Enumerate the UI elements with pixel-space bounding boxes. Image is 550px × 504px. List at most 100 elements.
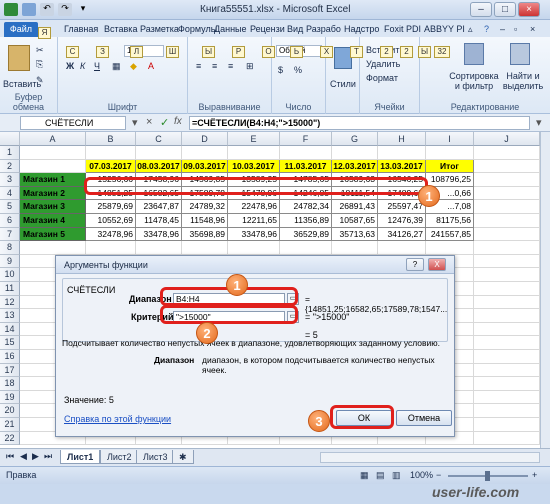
cell[interactable] xyxy=(474,322,540,337)
styles-button[interactable]: Стили xyxy=(330,79,356,89)
cell[interactable] xyxy=(20,241,86,255)
cell[interactable] xyxy=(474,159,540,174)
tab-view[interactable]: Вид xyxy=(287,22,303,36)
insert-function-icon[interactable]: fx xyxy=(174,116,182,127)
tab-page-layout[interactable]: Разметка xyxy=(140,22,179,36)
workbook-minimize-icon[interactable]: – xyxy=(500,22,505,36)
cell[interactable] xyxy=(474,418,540,432)
date-header-cell[interactable]: 07.03.2017 xyxy=(86,159,136,174)
cell[interactable] xyxy=(474,227,540,242)
cell[interactable] xyxy=(136,146,182,160)
cell[interactable] xyxy=(474,186,540,201)
zoom-level[interactable]: 100% xyxy=(410,470,433,480)
cell[interactable] xyxy=(228,146,280,160)
format-cells-button[interactable]: Формат xyxy=(366,73,398,83)
cancel-button[interactable]: Отмена xyxy=(396,410,452,426)
find-select-button[interactable]: Найти и выделить xyxy=(500,71,546,91)
date-header-cell[interactable]: 12.03.2017 xyxy=(332,159,378,174)
excel-logo-icon[interactable] xyxy=(4,3,18,16)
cell[interactable] xyxy=(86,146,136,160)
cell[interactable] xyxy=(474,146,540,160)
row-header[interactable]: 6 xyxy=(0,214,20,228)
column-header[interactable]: E xyxy=(228,132,280,146)
find-select-icon[interactable] xyxy=(510,43,530,65)
cell[interactable] xyxy=(474,336,540,350)
cell[interactable] xyxy=(474,254,540,269)
cell[interactable] xyxy=(182,241,228,255)
store-label-cell[interactable]: Магазин 4 xyxy=(20,214,86,228)
cell[interactable] xyxy=(136,241,182,255)
row-header[interactable]: 13 xyxy=(0,309,20,323)
date-header-cell[interactable]: 09.03.2017 xyxy=(182,159,228,174)
cell[interactable] xyxy=(474,431,540,446)
value-cell[interactable]: 25597,47 xyxy=(378,200,426,214)
tab-home[interactable]: Главная xyxy=(64,22,98,36)
store-label-cell[interactable]: Магазин 2 xyxy=(20,186,86,201)
delete-cells-button[interactable]: Удалить xyxy=(366,59,400,69)
value-cell[interactable]: 34126,27 xyxy=(378,227,426,242)
paste-icon[interactable] xyxy=(8,45,30,71)
value-cell[interactable]: 26891,43 xyxy=(332,200,378,214)
cell[interactable] xyxy=(474,309,540,323)
tab-foxit[interactable]: Foxit PDI xyxy=(384,22,421,36)
row-header[interactable]: 5 xyxy=(0,200,20,214)
value-cell[interactable]: 24789,32 xyxy=(182,200,228,214)
workbook-close-icon[interactable]: × xyxy=(530,22,535,36)
cell[interactable] xyxy=(280,241,332,255)
row-header[interactable]: 3 xyxy=(0,173,20,187)
help-icon[interactable]: ? xyxy=(484,22,489,36)
row-header[interactable]: 19 xyxy=(0,390,20,405)
value-cell[interactable]: 11478,45 xyxy=(136,214,182,228)
cell[interactable] xyxy=(182,146,228,160)
bold-button[interactable]: Ж xyxy=(66,61,74,71)
value-cell[interactable]: 11548,96 xyxy=(182,214,228,228)
column-header[interactable]: F xyxy=(280,132,332,146)
row-header[interactable]: 16 xyxy=(0,350,20,364)
value-cell[interactable]: 81175,56 xyxy=(426,214,474,228)
row-header[interactable]: 14 xyxy=(0,322,20,337)
next-sheet-icon[interactable]: ▶ xyxy=(32,451,39,462)
cancel-icon[interactable]: × xyxy=(146,116,152,128)
value-cell[interactable]: 12211,65 xyxy=(228,214,280,228)
value-cell[interactable]: 10587,65 xyxy=(332,214,378,228)
name-box[interactable]: СЧЁТЕСЛИ xyxy=(20,116,126,130)
row-header[interactable]: 4 xyxy=(0,186,20,201)
date-header-cell[interactable]: 10.03.2017 xyxy=(228,159,280,174)
value-cell[interactable]: 33478,96 xyxy=(136,227,182,242)
value-cell[interactable]: 24782,34 xyxy=(280,200,332,214)
value-cell[interactable]: 10552,69 xyxy=(86,214,136,228)
dialog-titlebar[interactable]: Аргументы функции ? X xyxy=(56,256,454,274)
zoom-slider-thumb[interactable] xyxy=(485,471,490,481)
date-header-cell[interactable]: 13.03.2017 xyxy=(378,159,426,174)
date-header-cell[interactable]: 11.03.2017 xyxy=(280,159,332,174)
value-cell[interactable]: 36529,89 xyxy=(280,227,332,242)
store-label-cell[interactable]: Магазин 1 xyxy=(20,173,86,187)
value-cell[interactable]: 33478,96 xyxy=(228,227,280,242)
vertical-scrollbar[interactable] xyxy=(540,132,550,448)
expand-formula-icon[interactable]: ▾ xyxy=(536,116,542,129)
align-center-icon[interactable]: ≡ xyxy=(212,61,217,71)
close-button[interactable]: × xyxy=(518,2,540,17)
underline-button[interactable]: Ч xyxy=(94,61,100,71)
zoom-in-icon[interactable]: + xyxy=(532,470,537,480)
store-label-cell[interactable]: Магазин 3 xyxy=(20,200,86,214)
row-header[interactable]: 21 xyxy=(0,418,20,432)
align-left-icon[interactable]: ≡ xyxy=(196,61,201,71)
tab-developer[interactable]: Разрабо xyxy=(306,22,341,36)
undo-icon[interactable]: ↶ xyxy=(40,3,54,16)
cell[interactable] xyxy=(228,241,280,255)
row-header[interactable]: 7 xyxy=(0,227,20,242)
row-header[interactable]: 12 xyxy=(0,295,20,310)
sort-filter-icon[interactable] xyxy=(464,43,484,65)
tab-review[interactable]: Рецензи xyxy=(250,22,285,36)
row-header[interactable]: 20 xyxy=(0,404,20,418)
first-sheet-icon[interactable]: ⏮ xyxy=(6,451,14,462)
merge-icon[interactable]: ⊞ xyxy=(246,61,254,72)
cell[interactable] xyxy=(474,390,540,405)
tab-insert[interactable]: Вставка xyxy=(104,22,137,36)
cell[interactable] xyxy=(474,268,540,282)
value-cell[interactable]: 35698,89 xyxy=(182,227,228,242)
fill-color-icon[interactable]: ◆ xyxy=(130,61,137,72)
row-header[interactable]: 22 xyxy=(0,431,20,446)
value-cell[interactable]: 12476,39 xyxy=(378,214,426,228)
